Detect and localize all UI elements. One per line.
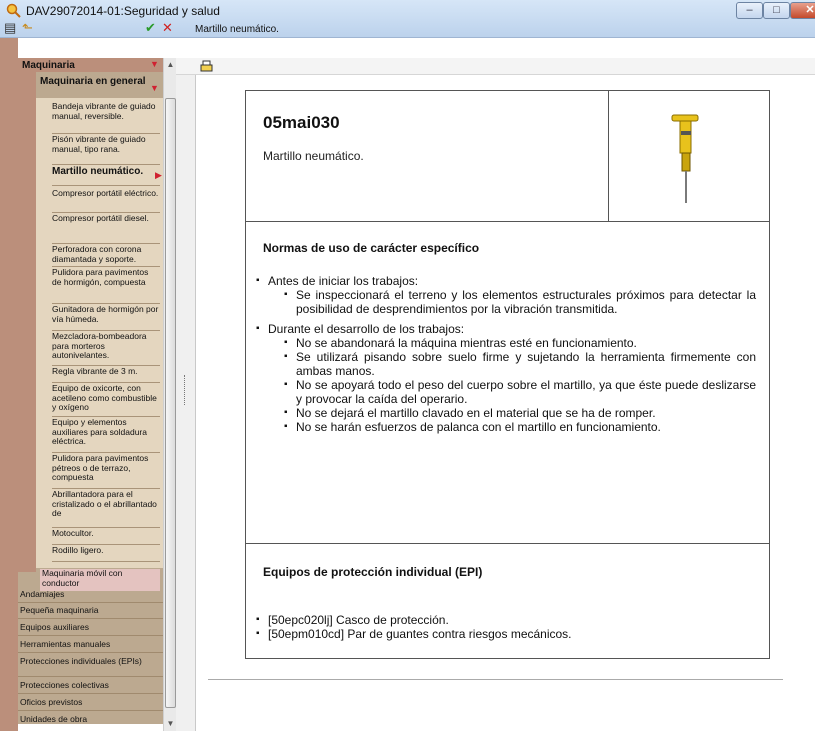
tree-category[interactable]: Unidades de obra (18, 713, 163, 724)
scroll-down-icon[interactable]: ▼ (165, 719, 176, 729)
during-header: Durante el desarrollo de los trabajos: (256, 322, 756, 336)
divider (208, 679, 783, 680)
document-card: 05mai030 Martillo neumático. Normas de u… (245, 90, 770, 659)
main-toolbar (176, 58, 815, 75)
tree-scrollbar[interactable]: ▲ ▼ (163, 58, 176, 731)
rules-list: Antes de iniciar los trabajos: Se inspec… (256, 274, 756, 434)
minimize-button[interactable]: – (736, 2, 763, 19)
tree-item[interactable]: Compresor portátil diesel. (52, 214, 160, 244)
tree-category[interactable]: Herramientas manuales (18, 638, 163, 653)
rule-item: No se harán esfuerzos de palanca con el … (284, 420, 756, 434)
rule-item: No se abandonará la máquina mientras est… (284, 336, 756, 350)
sidebar-margin (0, 38, 18, 731)
rule-item: [50epm010cd] Par de guantes contra riesg… (256, 627, 756, 641)
tree-category[interactable]: Andamiajes (18, 588, 163, 603)
tree-category[interactable]: Pequeña maquinaria (18, 604, 163, 619)
window-title: DAV29072014-01:Seguridad y salud (26, 4, 220, 18)
tree-item[interactable]: Gunitadora de hormigón por vía húmeda. (52, 305, 160, 331)
selected-item-icon: ▶ (155, 170, 162, 180)
tree-category[interactable]: Equipos auxiliares (18, 621, 163, 636)
tree-item[interactable]: Regla vibrante de 3 m. (52, 367, 160, 383)
image-cell (608, 91, 771, 221)
rule-item: Se utilizará pisando sobre suelo firme y… (284, 350, 756, 378)
tree-root-label: Maquinaria (22, 60, 75, 71)
close-window-button[interactable]: ✕ (790, 2, 815, 19)
cancel-icon[interactable]: ✕ (162, 21, 173, 35)
section-title-epi: Equipos de protección individual (EPI) (263, 565, 483, 579)
epi-list: [50epc020lj] Casco de protección.[50epm0… (256, 613, 756, 641)
tree-category[interactable]: Protecciones colectivas (18, 679, 163, 694)
rule-item: [50epc020lj] Casco de protección. (256, 613, 756, 627)
rule-item: No se apoyará todo el peso del cuerpo so… (284, 378, 756, 406)
tree-item[interactable]: Mezcladora-bombeadora para morteros auto… (52, 332, 160, 366)
tree-item[interactable]: Abrillantadora para el cristalizado o el… (52, 490, 160, 528)
tree-category[interactable]: Oficios previstos (18, 696, 163, 711)
tree-item[interactable]: Equipo de oxicorte, con acetileno como c… (52, 384, 160, 417)
scroll-up-icon[interactable]: ▲ (165, 60, 176, 70)
item-code: 05mai030 (263, 113, 340, 132)
item-description: Martillo neumático. (263, 149, 364, 163)
rule-item: Se inspeccionará el terreno y los elemen… (284, 288, 756, 316)
maximize-button[interactable]: □ (763, 2, 790, 19)
panel-splitter[interactable] (176, 75, 196, 731)
current-item-label: Martillo neumático. (195, 24, 279, 35)
collapse-icon[interactable]: ▼ (150, 59, 159, 69)
tree-item[interactable]: Motocultor. (52, 529, 160, 545)
section-title-normas: Normas de uso de carácter específico (263, 241, 480, 255)
tree-group-general[interactable]: Maquinaria en general (40, 76, 150, 100)
accept-icon[interactable]: ✔ (145, 21, 156, 35)
jackhammer-icon (671, 114, 699, 203)
tree-panel: Maquinaria ▼ Maquinaria en general ▼ Ban… (18, 58, 176, 724)
tree-item[interactable]: Bandeja vibrante de guiado manual, rever… (52, 102, 160, 134)
tree-item[interactable]: Rodillo ligero. (52, 546, 160, 562)
list-icon[interactable]: ▤ (4, 21, 16, 35)
tree-item[interactable]: Martillo neumático. (52, 166, 160, 186)
up-level-icon[interactable]: ⬑ (22, 21, 33, 35)
sidebar-toolbar: ▤ ⬑ ✔ ✕ (0, 19, 177, 38)
tree-item[interactable]: Equipo y elementos auxiliares para solda… (52, 418, 160, 453)
document-view: 05mai030 Martillo neumático. Normas de u… (196, 75, 815, 731)
rule-item: No se dejará el martillo clavado en el m… (284, 406, 756, 420)
tree-item[interactable]: Pulidora para pavimentos de hormigón, co… (52, 268, 160, 304)
group-collapse-icon[interactable]: ▼ (150, 83, 159, 93)
tree-item[interactable]: Compresor portátil eléctrico. (52, 189, 160, 213)
tree-item[interactable]: Pulidora para pavimentos pétreos o de te… (52, 454, 160, 489)
print-icon[interactable] (200, 60, 213, 73)
scroll-thumb[interactable] (165, 98, 176, 708)
tree-item[interactable]: Perforadora con corona diamantada y sopo… (52, 245, 160, 267)
tree-item[interactable]: Pisón vibrante de guiado manual, tipo ra… (52, 135, 160, 165)
before-header: Antes de iniciar los trabajos: (256, 274, 756, 288)
tree-category[interactable]: Protecciones individuales (EPIs) (18, 655, 163, 677)
app-icon (6, 3, 21, 18)
